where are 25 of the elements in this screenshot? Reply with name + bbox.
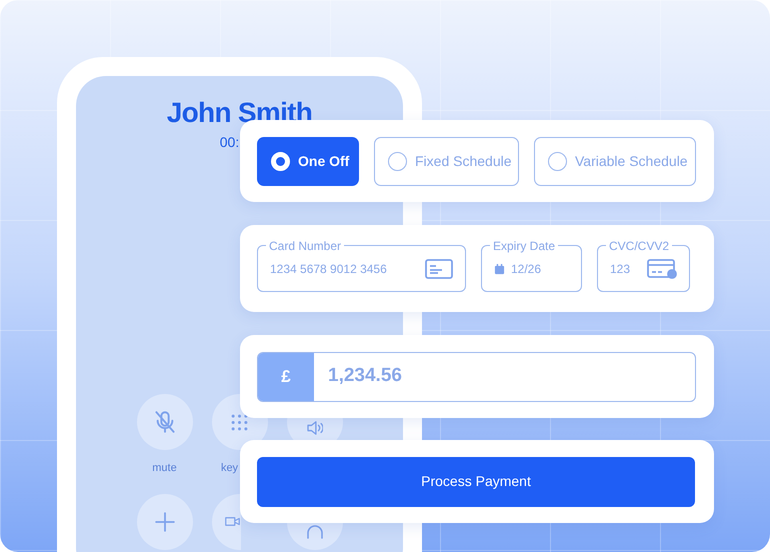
amount-field[interactable]: £ 1,234.56 [257,352,696,402]
mic-off-icon [154,411,174,433]
card-icon [425,259,453,279]
card-detail-field[interactable]: Card Number 1234 5678 9012 3456 [257,240,466,292]
payment-type-option[interactable]: Fixed Schedule [374,136,519,186]
card-icon [647,259,677,279]
radio-icon [388,152,407,170]
call-button[interactable] [286,418,342,440]
call-button-label: key [220,461,238,476]
video-camera-icon [224,516,240,527]
call-timer: 00: [220,133,240,152]
plus-icon [154,512,174,532]
currency-symbol: £ [258,352,314,400]
arc-icon [306,525,322,539]
payment-type-option[interactable]: Variable Schedule [534,136,696,186]
card-detail-field[interactable]: CVC/CVV2 123 [597,240,690,292]
radio-icon [548,152,567,170]
card-detail-field[interactable]: Expiry Date 12/26 [481,240,582,292]
call-button-label: mute [152,461,177,476]
process-payment-button[interactable]: Process Payment [257,456,695,506]
calendar-icon [494,264,505,274]
speaker-icon [306,421,322,435]
radio-icon [271,152,290,170]
payment-type-option[interactable]: One Off [257,136,359,186]
keypad-icon [231,414,248,430]
